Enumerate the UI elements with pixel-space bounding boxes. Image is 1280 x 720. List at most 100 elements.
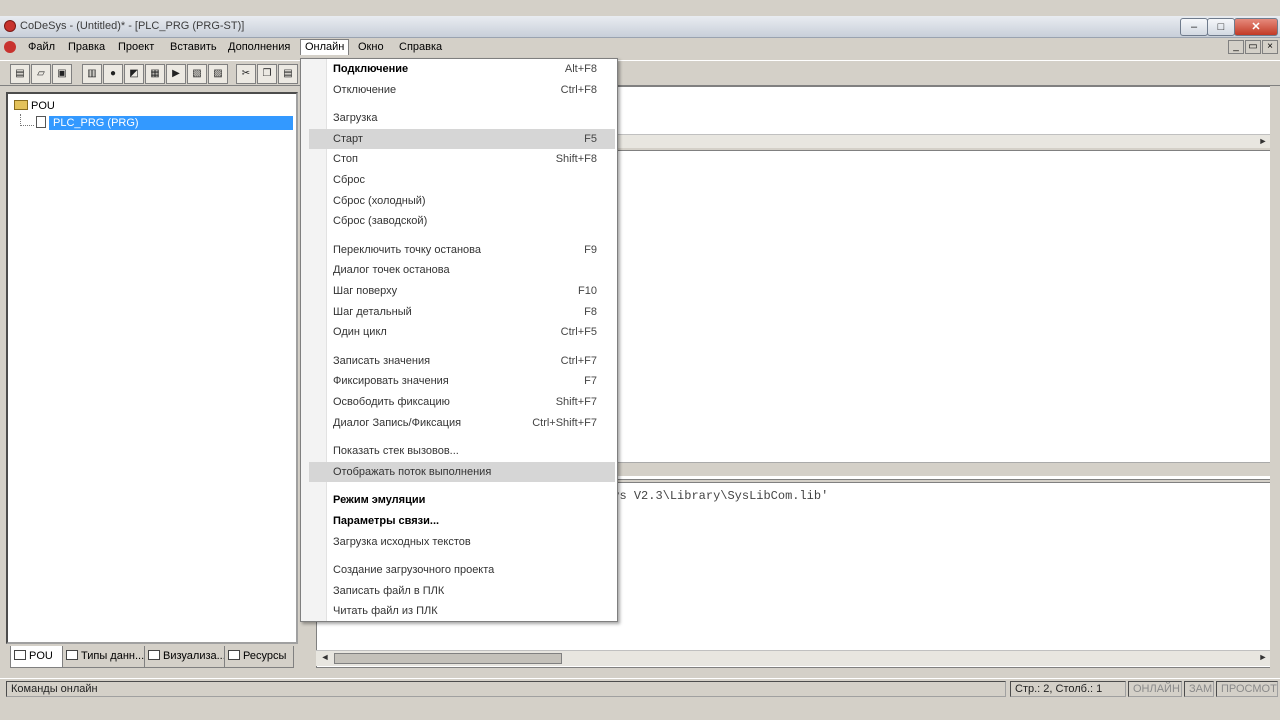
tree-root-label: POU: [31, 100, 55, 112]
status-bar: Команды онлайн Стр.: 2, Столб.: 1 ОНЛАЙН…: [0, 678, 1280, 698]
menu-item[interactable]: Переключить точку останова F9: [329, 240, 615, 260]
visualization-icon: [148, 650, 160, 660]
menu-item-shortcut: F9: [584, 243, 597, 256]
menu-item[interactable]: Записать значения Ctrl+F7: [329, 351, 615, 371]
stop-icon[interactable]: ●: [103, 64, 123, 84]
menu-item-label: Сброс: [333, 174, 365, 186]
menu-item[interactable]: Сброс (холодный): [329, 191, 615, 211]
menu-separator: [331, 103, 611, 105]
menu-item[interactable]: Сброс (заводской): [329, 211, 615, 231]
menu-window[interactable]: Окно: [354, 40, 388, 56]
mdi-close-button[interactable]: ×: [1262, 40, 1278, 54]
menu-item-label: Подключение: [333, 63, 409, 75]
menu-item-shortcut: F7: [584, 375, 597, 388]
menu-item-label: Читать файл из ПЛК: [333, 605, 438, 618]
menu-item-label: Один цикл: [333, 326, 387, 339]
menu-item[interactable]: Параметры связи...: [329, 511, 615, 531]
tab-resources[interactable]: Ресурсы: [224, 646, 294, 668]
tree-connector: [20, 114, 34, 126]
window-title: CoDeSys - (Untitled)* - [PLC_PRG (PRG-ST…: [20, 20, 245, 32]
menu-item[interactable]: Фиксировать значения F7: [329, 371, 615, 391]
reset-icon[interactable]: ▨: [208, 64, 228, 84]
vertical-scrollbar[interactable]: [1270, 86, 1280, 676]
menu-file[interactable]: Файл: [24, 40, 59, 56]
menu-item[interactable]: Отображать поток выполнения: [309, 461, 615, 482]
menu-item[interactable]: Загрузка исходных текстов: [329, 532, 615, 552]
tab-visualizations[interactable]: Визуализа...: [144, 646, 226, 668]
menu-online[interactable]: Онлайн: [300, 39, 350, 55]
menu-item-shortcut: Shift+F7: [555, 396, 597, 408]
menu-item[interactable]: Создание загрузочного проекта: [329, 560, 615, 580]
new-file-icon[interactable]: ▤: [10, 64, 30, 84]
menu-item-shortcut: F8: [584, 305, 597, 318]
menu-extras[interactable]: Дополнения: [224, 40, 294, 56]
cut-icon[interactable]: ✂: [236, 64, 256, 84]
menu-help[interactable]: Справка: [395, 40, 446, 56]
paste-icon[interactable]: ▤: [278, 64, 298, 84]
data-types-icon: [66, 650, 78, 660]
menu-item-label: Отключение: [333, 83, 397, 96]
menu-item[interactable]: Старт F5: [309, 128, 615, 149]
app-icon[interactable]: [4, 20, 16, 32]
organizer-tabs: POU Типы данн... Визуализа... Ресурсы: [6, 646, 298, 668]
tree-item-plc-prg[interactable]: PLC_PRG (PRG): [36, 116, 293, 130]
close-button[interactable]: ✕: [1234, 18, 1278, 36]
menu-insert[interactable]: Вставить: [166, 40, 221, 56]
scroll-thumb[interactable]: [334, 653, 562, 664]
menu-item[interactable]: Режим эмуляции: [329, 490, 615, 510]
menu-item[interactable]: Записать файл в ПЛК: [329, 581, 615, 601]
menu-item-shortcut: Shift+F8: [555, 153, 597, 166]
minimize-button[interactable]: ‒: [1180, 18, 1208, 36]
pou-icon: [14, 650, 26, 660]
scroll-right-icon[interactable]: ►: [1256, 652, 1270, 664]
message-scrollbar[interactable]: ◄ ►: [316, 650, 1272, 666]
menu-item-shortcut: Ctrl+F7: [560, 354, 597, 367]
maximize-button[interactable]: □: [1207, 18, 1235, 36]
menu-edit[interactable]: Правка: [64, 40, 109, 56]
menu-item-shortcut: F10: [578, 285, 597, 297]
tree-root-pou[interactable]: POU: [14, 100, 55, 112]
menu-separator: [331, 345, 611, 347]
step-icon[interactable]: ▧: [187, 64, 207, 84]
mdi-minimize-button[interactable]: _: [1228, 40, 1244, 54]
document-icon[interactable]: [4, 41, 16, 53]
menu-item[interactable]: Читать файл из ПЛК: [329, 601, 615, 621]
menu-item[interactable]: Один цикл Ctrl+F5: [329, 322, 615, 342]
tab-data-types[interactable]: Типы данн...: [62, 646, 146, 668]
tab-label: Ресурсы: [243, 650, 287, 662]
menu-item-label: Загрузка: [333, 112, 378, 125]
scroll-right-icon[interactable]: ►: [1256, 136, 1270, 148]
menu-item[interactable]: Шаг детальный F8: [329, 302, 615, 322]
save-icon[interactable]: ▣: [52, 64, 72, 84]
scroll-left-icon[interactable]: ◄: [318, 652, 332, 664]
menu-item-label: Записать значения: [333, 354, 431, 367]
menu-item-shortcut: Ctrl+F8: [560, 83, 597, 96]
menu-item[interactable]: Загрузка: [329, 108, 615, 128]
menu-project[interactable]: Проект: [114, 40, 158, 56]
tab-pou[interactable]: POU: [10, 646, 64, 668]
logout-icon[interactable]: ▦: [145, 64, 165, 84]
menu-item[interactable]: Освободить фиксацию Shift+F7: [329, 392, 615, 412]
menu-item[interactable]: Стоп Shift+F8: [329, 149, 615, 169]
mdi-restore-button[interactable]: ▭: [1245, 40, 1261, 54]
build-icon[interactable]: ▥: [82, 64, 102, 84]
menu-item[interactable]: Показать стек вызовов...: [329, 441, 615, 461]
menu-item[interactable]: Диалог точек останова: [329, 260, 615, 280]
menu-item-label: Диалог точек останова: [333, 264, 450, 277]
menu-item[interactable]: Шаг поверху F10: [329, 281, 615, 301]
menu-separator: [331, 485, 611, 487]
menu-item[interactable]: Сброс: [329, 170, 615, 190]
document-icon: [36, 116, 46, 128]
status-zam: ЗАМ: [1184, 681, 1214, 697]
login-icon[interactable]: ◩: [124, 64, 144, 84]
open-file-icon[interactable]: ▱: [31, 64, 51, 84]
online-menu: Подключение Alt+F8 Отключение Ctrl+F8 Загруз…: [300, 58, 618, 622]
menu-item-label: Шаг поверху: [333, 285, 398, 297]
menu-item[interactable]: Подключение Alt+F8: [329, 59, 615, 79]
menu-item[interactable]: Диалог Запись/Фиксация Ctrl+Shift+F7: [329, 413, 615, 433]
menu-item[interactable]: Отключение Ctrl+F8: [329, 80, 615, 100]
codesys-window: CoDeSys - (Untitled)* - [PLC_PRG (PRG-ST…: [0, 0, 1280, 720]
run-icon[interactable]: ▶: [166, 64, 186, 84]
copy-icon[interactable]: ❐: [257, 64, 277, 84]
menu-item-label: Шаг детальный: [333, 305, 412, 318]
